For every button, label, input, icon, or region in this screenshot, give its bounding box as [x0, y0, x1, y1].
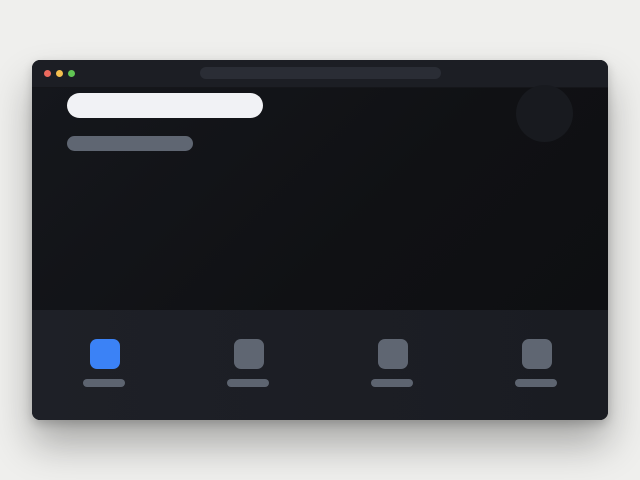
- page-subtitle-placeholder: [67, 136, 193, 151]
- dock-item-label: [515, 379, 557, 387]
- app-tile-icon: [378, 339, 408, 369]
- dock-item-label: [371, 379, 413, 387]
- page-title-placeholder: [67, 93, 263, 118]
- close-window-button[interactable]: [44, 70, 51, 77]
- title-bar: [32, 60, 608, 88]
- app-tile-icon: [90, 339, 120, 369]
- app-tile-icon: [522, 339, 552, 369]
- dock-item-label: [83, 379, 125, 387]
- dock-item-4[interactable]: [515, 339, 559, 387]
- address-bar[interactable]: [200, 67, 441, 79]
- hero-section: [32, 85, 608, 310]
- dock-item-2[interactable]: [227, 339, 271, 387]
- bottom-dock: [32, 310, 608, 420]
- app-tile-icon: [234, 339, 264, 369]
- browser-window: [32, 60, 608, 420]
- avatar[interactable]: [516, 85, 573, 142]
- minimize-window-button[interactable]: [56, 70, 63, 77]
- dock-item-label: [227, 379, 269, 387]
- dock-item-1[interactable]: [83, 339, 127, 387]
- dock-item-3[interactable]: [371, 339, 415, 387]
- maximize-window-button[interactable]: [68, 70, 75, 77]
